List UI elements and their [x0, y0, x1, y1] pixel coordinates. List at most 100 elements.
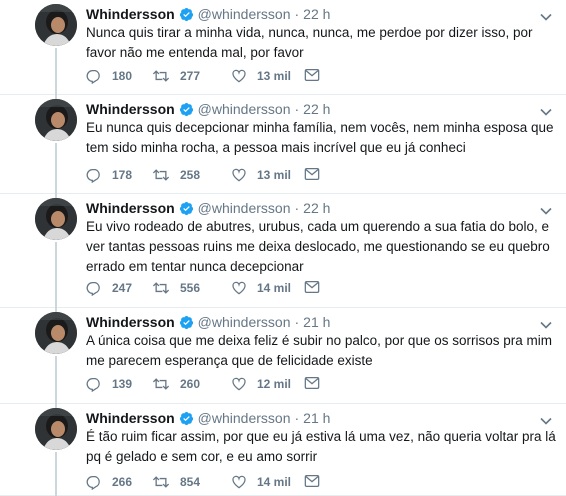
timestamp[interactable]: 22 h	[303, 100, 330, 118]
tweet-text: Eu vivo rodeado de abutres, urubus, cada…	[86, 219, 550, 274]
display-name[interactable]: Whindersson	[86, 313, 175, 331]
timestamp[interactable]: 21 h	[303, 313, 330, 331]
avatar[interactable]	[35, 312, 77, 354]
reply-button[interactable]: 266	[86, 474, 132, 490]
separator-dot: ·	[294, 200, 300, 216]
thread-connector-line	[55, 242, 57, 308]
retweet-count: 277	[180, 69, 201, 83]
timestamp[interactable]: 22 h	[303, 5, 330, 23]
display-name[interactable]: Whindersson	[86, 5, 175, 23]
display-name[interactable]: Whindersson	[86, 199, 175, 217]
user-handle[interactable]: @whindersson	[198, 313, 291, 331]
heart-icon	[232, 281, 246, 295]
reply-count: 139	[112, 377, 133, 391]
envelope-icon	[304, 69, 320, 81]
tweet[interactable]: Whindersson @whindersson · 21 h A única …	[0, 308, 566, 404]
avatar[interactable]	[35, 198, 77, 240]
tweet-header: Whindersson @whindersson · 22 h	[86, 199, 330, 217]
reply-button[interactable]: 139	[86, 376, 132, 392]
retweet-count: 258	[180, 168, 201, 182]
tweet-text: Nunca quis tirar a minha vida, nunca, nu…	[86, 25, 533, 60]
reply-button[interactable]: 247	[86, 280, 132, 296]
retweet-icon	[152, 169, 170, 181]
envelope-icon	[304, 475, 320, 487]
retweet-button[interactable]: 277	[152, 68, 200, 84]
display-name[interactable]: Whindersson	[86, 100, 175, 118]
verified-badge-icon	[179, 411, 194, 426]
separator-dot: ·	[294, 6, 300, 22]
tweet-header: Whindersson @whindersson · 22 h	[86, 5, 330, 23]
retweet-icon	[152, 378, 170, 390]
retweet-button[interactable]: 258	[152, 167, 200, 183]
separator-dot: ·	[294, 410, 300, 426]
direct-message-button[interactable]	[304, 167, 330, 181]
tweet-header: Whindersson @whindersson · 21 h	[86, 313, 330, 331]
thread-connector-line	[55, 452, 57, 496]
user-handle[interactable]: @whindersson	[198, 199, 291, 217]
heart-icon	[232, 168, 246, 182]
user-handle[interactable]: @whindersson	[198, 5, 291, 23]
tweet-text: Eu nunca quis decepcionar minha família,…	[86, 120, 554, 155]
tweet-header: Whindersson @whindersson · 22 h	[86, 100, 330, 118]
like-button[interactable]: 13 mil	[231, 167, 291, 183]
tweet[interactable]: Whindersson @whindersson · 22 h Nunca qu…	[0, 0, 566, 95]
thread-connector-line	[55, 356, 57, 404]
retweet-icon	[152, 282, 170, 294]
like-count: 13 mil	[257, 168, 292, 182]
timestamp[interactable]: 22 h	[303, 199, 330, 217]
envelope-icon	[304, 168, 320, 180]
verified-badge-icon	[179, 102, 194, 117]
like-count: 13 mil	[257, 69, 292, 83]
reply-icon	[86, 378, 100, 392]
verified-badge-icon	[179, 315, 194, 330]
tweet[interactable]: Whindersson @whindersson · 22 h Eu nunca…	[0, 95, 566, 194]
like-button[interactable]: 14 mil	[231, 280, 291, 296]
reply-count: 247	[112, 281, 133, 295]
user-handle[interactable]: @whindersson	[198, 100, 291, 118]
like-count: 14 mil	[257, 281, 292, 295]
avatar[interactable]	[35, 408, 77, 450]
separator-dot: ·	[294, 314, 300, 330]
reply-button[interactable]: 180	[86, 68, 132, 84]
heart-icon	[232, 69, 246, 83]
tweet-header: Whindersson @whindersson · 21 h	[86, 409, 330, 427]
retweet-button[interactable]: 854	[152, 474, 200, 490]
like-button[interactable]: 12 mil	[231, 376, 291, 392]
reply-count: 178	[112, 168, 133, 182]
reply-count: 180	[112, 69, 133, 83]
display-name[interactable]: Whindersson	[86, 409, 175, 427]
timestamp[interactable]: 21 h	[303, 409, 330, 427]
separator-dot: ·	[294, 101, 300, 117]
retweet-count: 556	[180, 281, 201, 295]
direct-message-button[interactable]	[304, 280, 330, 294]
reply-icon	[86, 476, 100, 490]
retweet-button[interactable]: 556	[152, 280, 200, 296]
like-button[interactable]: 13 mil	[231, 68, 291, 84]
verified-badge-icon	[179, 7, 194, 22]
like-button[interactable]: 14 mil	[231, 474, 291, 490]
like-count: 12 mil	[257, 377, 292, 391]
direct-message-button[interactable]	[304, 474, 330, 488]
avatar[interactable]	[35, 99, 77, 141]
reply-icon	[86, 282, 100, 296]
envelope-icon	[304, 281, 320, 293]
tweet[interactable]: Whindersson @whindersson · 22 h Eu vivo …	[0, 194, 566, 308]
envelope-icon	[304, 377, 320, 389]
avatar[interactable]	[35, 4, 77, 46]
direct-message-button[interactable]	[304, 68, 330, 82]
tweet-text: É tão ruim ficar assim, por que eu já es…	[86, 429, 556, 464]
retweet-count: 854	[180, 475, 201, 489]
retweet-icon	[152, 70, 170, 82]
reply-button[interactable]: 178	[86, 167, 132, 183]
retweet-count: 260	[180, 377, 201, 391]
thread-connector-line	[55, 48, 57, 95]
direct-message-button[interactable]	[304, 376, 330, 390]
retweet-button[interactable]: 260	[152, 376, 200, 392]
tweet-text: A única coisa que me deixa feliz é subir…	[86, 333, 552, 368]
timeline: Whindersson @whindersson · 22 h Nunca qu…	[0, 0, 566, 496]
user-handle[interactable]: @whindersson	[198, 409, 291, 427]
reply-icon	[86, 70, 100, 84]
like-count: 14 mil	[257, 475, 292, 489]
heart-icon	[232, 377, 246, 391]
tweet[interactable]: Whindersson @whindersson · 21 h É tão ru…	[0, 404, 566, 496]
